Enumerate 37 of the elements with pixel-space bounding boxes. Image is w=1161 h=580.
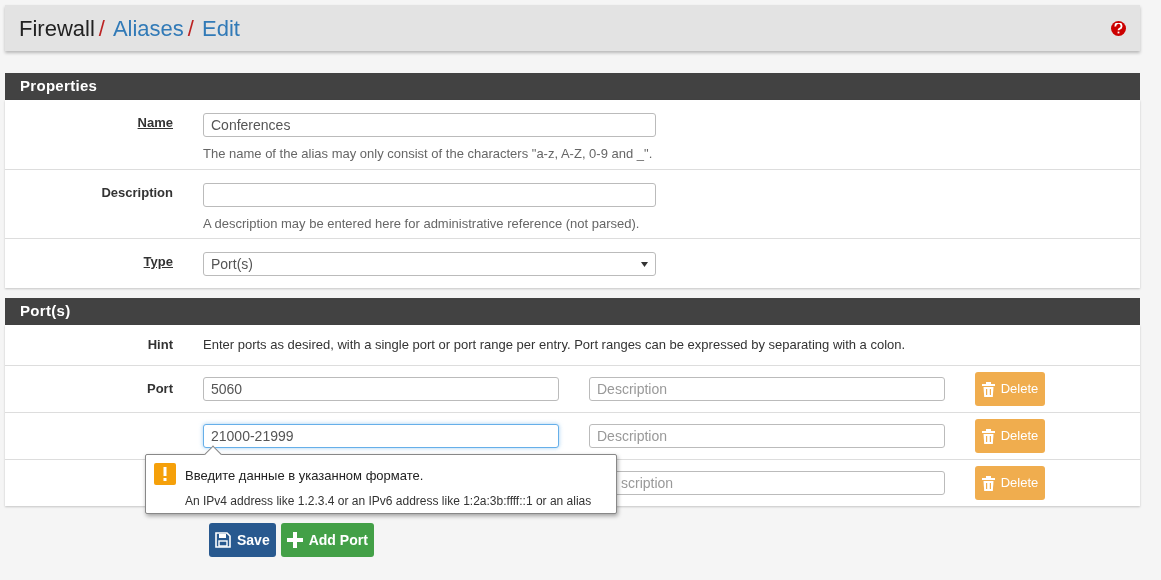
text-input[interactable]: Conferences xyxy=(203,113,656,137)
trash-icon xyxy=(981,381,995,397)
trash-icon xyxy=(981,428,995,444)
plus-icon xyxy=(286,532,303,548)
panel-title: Port(s) xyxy=(20,301,71,322)
breadcrumb-link[interactable]: Aliases xyxy=(112,11,184,45)
breadcrumb-separator: / xyxy=(98,14,105,43)
save-button[interactable]: Save xyxy=(209,523,276,557)
delete-button[interactable]: Delete xyxy=(975,372,1045,406)
help-icon[interactable] xyxy=(1111,20,1126,36)
panel-title: Properties xyxy=(20,76,98,97)
field-label: Hint xyxy=(147,336,173,355)
help-text: The name of the alias may only consist of the characters "a-z, A-Z, 0-9 and _". xyxy=(203,145,654,163)
field-label: Port xyxy=(147,380,173,399)
hint-text: Enter ports as desired, with a single port or port range per entry. Port ranges can be expressed by separating with a colon. xyxy=(203,336,906,355)
description-input[interactable]: Description xyxy=(589,377,945,401)
breadcrumb-separator: / xyxy=(187,14,194,43)
field-label: Description xyxy=(101,184,173,202)
add-button[interactable]: Add Port xyxy=(280,523,374,557)
port-input[interactable]: 21000-21999 xyxy=(203,424,559,448)
port-input[interactable]: 5060 xyxy=(203,377,559,401)
description-input[interactable]: Description xyxy=(589,424,945,448)
select-field[interactable]: Port(s) xyxy=(203,252,656,276)
breadcrumb-link[interactable]: Edit xyxy=(201,11,240,45)
warning-icon xyxy=(154,463,176,485)
field-label: Type xyxy=(143,253,173,271)
tooltip-message: An IPv4 address like 1.2.3.4 or an IPv6 address like 1:2a:3b:ffff::1 or an alias xyxy=(185,492,592,510)
breadcrumb-item: Firewall xyxy=(19,14,95,43)
tooltip-title: Введите данные в указанном формате. xyxy=(185,467,425,485)
text-input[interactable] xyxy=(203,183,656,207)
field-label: Name xyxy=(137,114,173,132)
delete-button[interactable]: Delete xyxy=(975,419,1045,453)
caret-icon xyxy=(641,261,648,267)
delete-button[interactable]: Delete xyxy=(975,466,1045,500)
save-icon xyxy=(215,532,231,548)
trash-icon xyxy=(981,475,995,491)
help-text: A description may be entered here for administrative reference (not parsed). xyxy=(203,215,641,233)
